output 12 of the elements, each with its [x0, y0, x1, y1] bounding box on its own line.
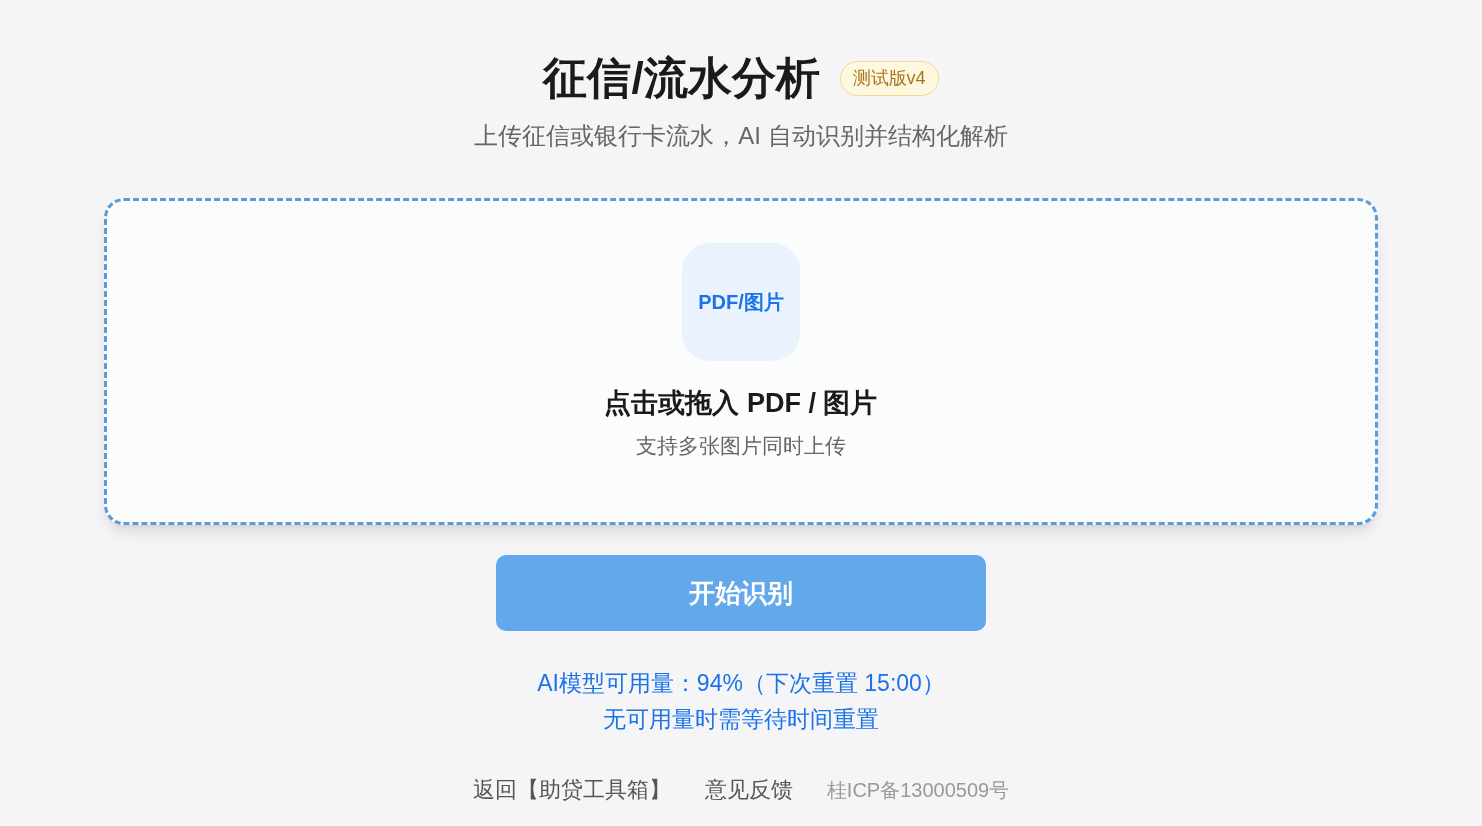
file-type-icon: PDF/图片: [682, 243, 800, 361]
subtitle: 上传征信或银行卡流水，AI 自动识别并结构化解析: [474, 121, 1008, 151]
footer-link[interactable]: 意见反馈: [704, 773, 793, 806]
usage-note: 无可用量时需等待时间重置: [603, 705, 879, 734]
usage-note: AI模型可用量：94%（下次重置 15:00）: [537, 669, 945, 698]
upload-dropzone[interactable]: PDF/图片 点击或拖入 PDF / 图片 支持多张图片同时上传: [104, 198, 1378, 525]
icp-license: 桂ICP备13000509号: [826, 777, 1010, 803]
upload-prompt: 点击或拖入 PDF / 图片: [604, 387, 878, 420]
version-badge: 测试版v4: [839, 60, 939, 96]
page-title: 征信/流水分析: [543, 52, 820, 104]
upload-hint: 支持多张图片同时上传: [636, 432, 846, 459]
footer-link[interactable]: 返回【助贷工具箱】: [472, 773, 671, 806]
